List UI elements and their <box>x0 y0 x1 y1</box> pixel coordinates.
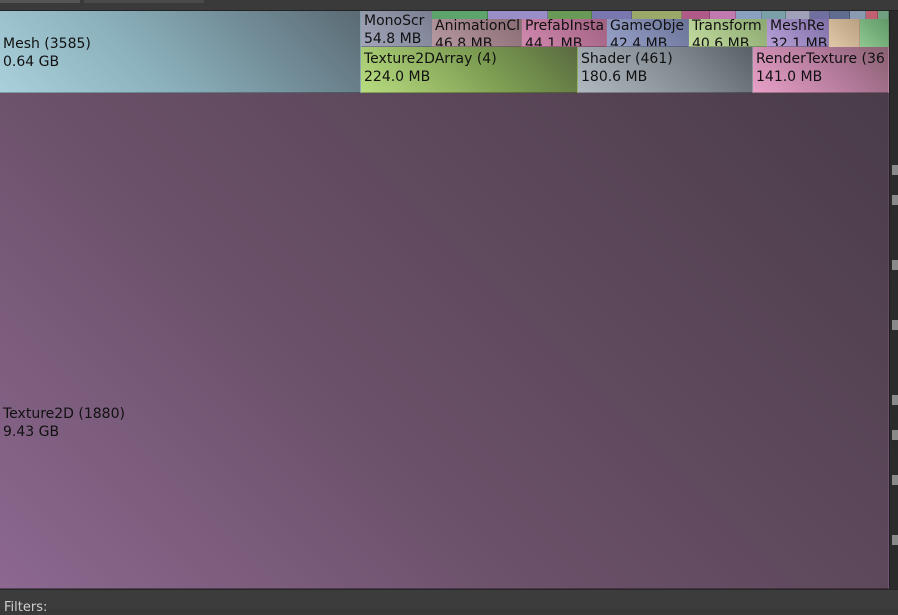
treemap-tiny-cell[interactable] <box>632 11 682 19</box>
cell-size: 32.1 MB <box>770 36 828 47</box>
cell-size: 54.8 MB <box>364 31 422 47</box>
cell-size: 42.4 MB <box>610 36 668 47</box>
cell-size: 141.0 MB <box>756 69 823 85</box>
treemap-tiny-cell[interactable] <box>762 11 786 19</box>
treemap-tiny-cell[interactable] <box>432 11 488 19</box>
treemap-tiny-cell[interactable] <box>488 11 548 19</box>
panel-glyph <box>892 475 898 485</box>
treemap-tiny-cell[interactable] <box>592 11 632 19</box>
cell-size: 0.64 GB <box>3 54 60 70</box>
treemap-tiny-cell[interactable] <box>682 11 710 19</box>
toolbar-tab[interactable] <box>0 0 80 3</box>
toolbar-strip <box>0 0 898 11</box>
treemap-cell-gameobject[interactable]: GameObje 42.4 MB <box>607 19 689 47</box>
panel-glyph <box>892 430 898 440</box>
cell-name: Texture2DArray (4) <box>364 51 497 67</box>
treemap-cell-texture2darray[interactable]: Texture2DArray (4) 224.0 MB <box>361 47 578 93</box>
treemap-tiny-cell[interactable] <box>860 19 889 47</box>
panel-glyph <box>892 260 898 270</box>
cell-label: RenderTexture (36 141.0 MB <box>756 50 885 86</box>
treemap-cell-prefabinstance[interactable]: PrefabInsta 44.1 MB <box>522 19 607 47</box>
treemap-tiny-cell[interactable] <box>736 11 762 19</box>
filters-bar: Filters: <box>0 589 898 615</box>
cell-label: Mesh (3585) 0.64 GB <box>3 35 91 71</box>
cell-name: PrefabInsta <box>525 19 605 34</box>
treemap-cell-texture2d[interactable]: Texture2D (1880) 9.43 GB <box>0 93 889 589</box>
cell-name: Mesh (3585) <box>3 36 91 52</box>
toolbar-tab[interactable] <box>84 0 204 3</box>
treemap-cell-rendertexture[interactable]: RenderTexture (36 141.0 MB <box>753 47 889 93</box>
cell-size: 180.6 MB <box>581 69 648 85</box>
cell-name: RenderTexture (36 <box>756 51 885 67</box>
cell-size: 40.6 MB <box>692 36 750 47</box>
cell-name: Texture2D (1880) <box>3 406 125 422</box>
treemap-tiny-cell[interactable] <box>830 11 850 19</box>
cell-label: AnimationCl 46.8 MB <box>435 19 521 47</box>
panel-glyph <box>892 165 898 175</box>
treemap-tiny-cell[interactable] <box>878 11 889 19</box>
cell-label: MonoScr 54.8 MB <box>364 12 425 47</box>
treemap-cell-meshrenderer[interactable]: MeshRe 32.1 MB <box>767 19 829 47</box>
cell-size: 224.0 MB <box>364 69 431 85</box>
cell-name: GameObje <box>610 19 685 34</box>
memory-treemap: Texture2D (1880) 9.43 GB Mesh (3585) 0.6… <box>0 11 889 589</box>
treemap-cell-animationclip[interactable]: AnimationCl 46.8 MB <box>432 19 522 47</box>
treemap-cell-monoscript[interactable]: MonoScr 54.8 MB <box>361 11 432 47</box>
cell-label: Transform 40.6 MB <box>692 19 762 47</box>
treemap-tiny-cell[interactable] <box>850 11 866 19</box>
treemap-tiny-cell[interactable] <box>710 11 736 19</box>
cell-size: 44.1 MB <box>525 36 583 47</box>
treemap-tiny-cell[interactable] <box>786 11 810 19</box>
cell-label: Texture2D (1880) 9.43 GB <box>3 405 125 441</box>
cell-label: Shader (461) 180.6 MB <box>581 50 673 86</box>
treemap-cell-transform[interactable]: Transform 40.6 MB <box>689 19 767 47</box>
cell-label: MeshRe 32.1 MB <box>770 19 828 47</box>
side-panel-edge <box>890 140 898 600</box>
treemap-tiny-cell[interactable] <box>829 19 860 47</box>
cell-label: GameObje 42.4 MB <box>610 19 685 47</box>
cell-size: 9.43 GB <box>3 424 60 440</box>
treemap-tiny-cell[interactable] <box>866 11 878 19</box>
treemap-cell-shader[interactable]: Shader (461) 180.6 MB <box>578 47 753 93</box>
cell-name: Shader (461) <box>581 51 673 67</box>
cell-label: Texture2DArray (4) 224.0 MB <box>364 50 497 86</box>
cell-name: AnimationCl <box>435 19 521 34</box>
treemap-cell-mesh[interactable]: Mesh (3585) 0.64 GB <box>0 11 361 93</box>
treemap-tiny-cell[interactable] <box>548 11 592 19</box>
panel-glyph <box>892 195 898 205</box>
cell-name: MonoScr <box>364 13 425 29</box>
panel-glyph <box>892 535 898 545</box>
panel-glyph <box>892 320 898 330</box>
cell-size: 46.8 MB <box>435 36 493 47</box>
cell-label: PrefabInsta 44.1 MB <box>525 19 605 47</box>
treemap-tiny-cell[interactable] <box>810 11 830 19</box>
cell-name: Transform <box>692 19 762 34</box>
cell-name: MeshRe <box>770 19 825 34</box>
panel-glyph <box>892 395 898 405</box>
